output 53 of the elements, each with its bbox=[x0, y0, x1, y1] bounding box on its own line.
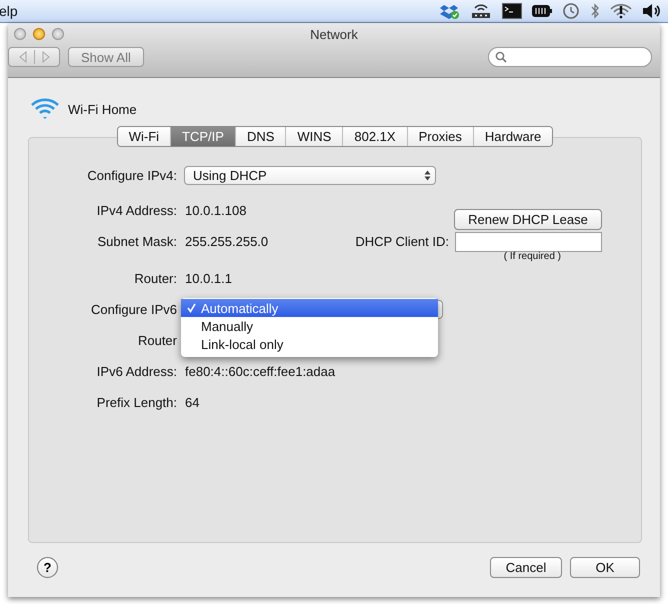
terminal-icon[interactable] bbox=[502, 3, 522, 19]
field-label: Router bbox=[136, 333, 177, 348]
bluetooth-icon[interactable] bbox=[590, 2, 600, 20]
speaker-icon[interactable] bbox=[642, 3, 662, 19]
ok-button[interactable]: OK bbox=[570, 557, 640, 578]
help-button[interactable]: ? bbox=[37, 557, 58, 578]
wifi-icon[interactable] bbox=[610, 3, 632, 19]
back-icon[interactable] bbox=[18, 51, 28, 63]
field-label: DHCP Client ID: bbox=[355, 234, 449, 249]
field-value: 10.0.1.1 bbox=[185, 271, 232, 286]
hint-text: ( If required ) bbox=[504, 251, 561, 263]
window-title: Network bbox=[310, 26, 358, 42]
network-icon[interactable] bbox=[470, 2, 492, 20]
cancel-button[interactable]: Cancel bbox=[490, 557, 562, 578]
menu-item[interactable]: Manually bbox=[181, 317, 438, 335]
field-label: IPv4 Address: bbox=[96, 203, 177, 218]
search-icon bbox=[495, 51, 507, 63]
search-field[interactable] bbox=[488, 47, 652, 67]
service-name: Wi-Fi Home bbox=[68, 102, 137, 116]
field-label: Prefix Length: bbox=[96, 395, 177, 410]
wifi-icon bbox=[30, 96, 60, 122]
field-value: fe80:4::60c:ceff:fee1:adaa bbox=[185, 364, 336, 379]
tab[interactable]: Proxies bbox=[408, 127, 474, 146]
clock-icon[interactable] bbox=[562, 2, 580, 20]
client-id-field[interactable] bbox=[455, 232, 602, 252]
close-button[interactable] bbox=[14, 28, 26, 40]
forward-icon[interactable] bbox=[40, 51, 50, 63]
field-label: Router: bbox=[133, 271, 177, 286]
tab[interactable]: Wi-Fi bbox=[118, 127, 172, 146]
field-label: Configure IPv6 bbox=[90, 302, 177, 317]
tab[interactable]: WINS bbox=[286, 127, 344, 146]
zoom-button[interactable] bbox=[52, 28, 64, 40]
menu-item[interactable]: Link-local only bbox=[181, 335, 438, 353]
field-label: IPv6 Address: bbox=[96, 364, 177, 379]
popup-value: Using DHCP bbox=[193, 168, 267, 182]
field-value: 10.0.1.108 bbox=[185, 203, 246, 218]
field-label: Subnet Mask: bbox=[96, 234, 177, 249]
battery-icon[interactable] bbox=[532, 4, 552, 18]
tab[interactable]: DNS bbox=[236, 127, 286, 146]
field-value: 64 bbox=[185, 395, 200, 410]
updown-arrows-icon bbox=[424, 170, 431, 180]
minimize-button[interactable] bbox=[33, 28, 45, 40]
field-label: Configure IPv4: bbox=[86, 168, 177, 182]
tab[interactable]: 802.1X bbox=[343, 127, 408, 146]
tab[interactable]: Hardware bbox=[474, 127, 552, 146]
field-value: 255.255.255.0 bbox=[185, 234, 268, 249]
back-forward-control[interactable] bbox=[8, 47, 60, 67]
renew-button[interactable]: Renew DHCP Lease bbox=[454, 209, 602, 230]
ipv4-config-popup[interactable]: Using DHCP bbox=[184, 166, 436, 184]
menu-item[interactable]: Automatically bbox=[181, 299, 438, 317]
box-icon[interactable] bbox=[440, 2, 460, 20]
checkmark-icon bbox=[186, 303, 196, 313]
tab[interactable]: TCP/IP bbox=[171, 127, 236, 146]
